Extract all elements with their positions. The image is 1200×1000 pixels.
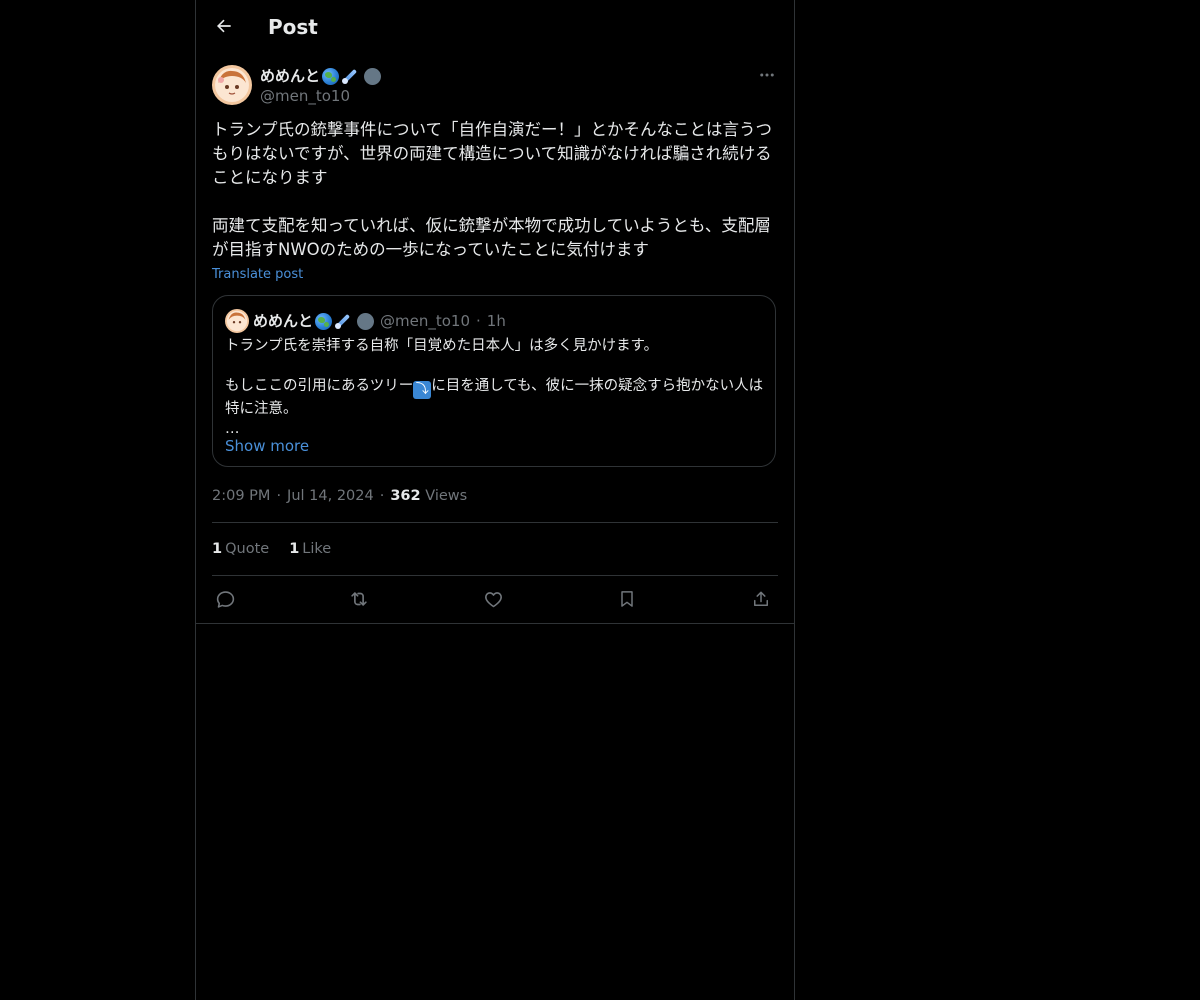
quoted-post-text: トランプ氏を崇拝する自称「目覚めた日本人」は多く見かけます。 もしここの引用にあ… [225,336,765,439]
quoted-avatar [225,309,249,333]
avatar-image [212,65,252,105]
main-column: Post めめんと @men_to10 トランプ氏の銃撃事件について「自作自演だ… [195,0,795,1000]
quoted-post-header: めめんと @men_to10 · 1h [225,309,506,333]
post-text: トランプ氏の銃撃事件について「自作自演だー！」とかそんなことは言うつもりはないで… [212,120,773,259]
arrow-down-emoji: ⤵ [413,381,432,399]
more-horizontal-icon [760,73,774,77]
divider [212,575,778,576]
author-name-text: めめんと [260,67,321,85]
page-title: Post [268,15,318,39]
quotes-label: Quote [225,541,270,557]
post-stats: 1 Quote 1 Like [212,539,331,559]
more-options-button[interactable] [756,65,778,85]
repost-button[interactable] [346,586,372,612]
page-header: Post [196,0,794,53]
separator-dot: · [379,488,385,504]
bookmark-icon [621,591,633,607]
repost-icon [351,592,367,606]
author-name[interactable]: めめんと [260,66,382,86]
quoted-author-handle: @men_to10 [380,312,471,330]
post-date[interactable]: Jul 14, 2024 [287,488,374,504]
separator-dot: · [276,488,282,504]
views-count: 362 [390,488,421,504]
divider [212,522,778,523]
quoted-author-name-text: めめんと [253,312,314,330]
avatar[interactable] [212,65,252,105]
likes-label: Like [302,541,332,557]
action-bar [212,586,778,612]
like-icon [484,591,502,607]
translate-post-link[interactable]: Translate post [212,266,303,284]
back-button[interactable] [210,12,238,40]
share-icon [754,591,768,606]
author-handle[interactable]: @men_to10 [260,86,350,106]
gray-circle-emoji [357,312,375,330]
quoted-post[interactable]: めめんと @men_to10 · 1h トランプ氏を崇拝する自称「目覚めた日本人… [212,295,776,467]
share-button[interactable] [748,586,774,612]
globe-emoji [315,312,333,330]
post-author: めめんと @men_to10 [212,64,778,108]
likes-stat[interactable]: 1 Like [289,539,331,559]
quoted-line-1: トランプ氏を崇拝する自称「目覚めた日本人」は多く見かけます。 [225,338,659,354]
quoted-avatar-image [225,309,249,333]
views-label: Views [425,488,468,504]
likes-count: 1 [289,541,300,557]
reply-button[interactable] [212,586,238,612]
post-meta: 2:09 PM · Jul 14, 2024 · 362 Views [212,486,467,506]
quoted-author-name: めめんと [253,311,375,331]
comet-emoji [334,312,352,330]
arrow-left-icon [217,19,231,33]
quoted-post-time: 1h [486,312,506,330]
like-button[interactable] [480,586,506,612]
reply-icon [216,590,234,608]
quoted-ellipsis: … [225,421,240,437]
separator-dot: · [476,312,481,330]
quotes-stat[interactable]: 1 Quote [212,539,269,559]
divider [196,623,794,624]
show-more-link[interactable]: Show more [225,436,309,456]
comet-emoji [341,67,359,85]
bookmark-button[interactable] [614,586,640,612]
quotes-count: 1 [212,541,223,557]
quoted-line-2-start: もしここの引用にあるツリー [225,378,414,394]
globe-emoji [322,67,340,85]
gray-circle-emoji [364,67,382,85]
post-time[interactable]: 2:09 PM [212,488,270,504]
